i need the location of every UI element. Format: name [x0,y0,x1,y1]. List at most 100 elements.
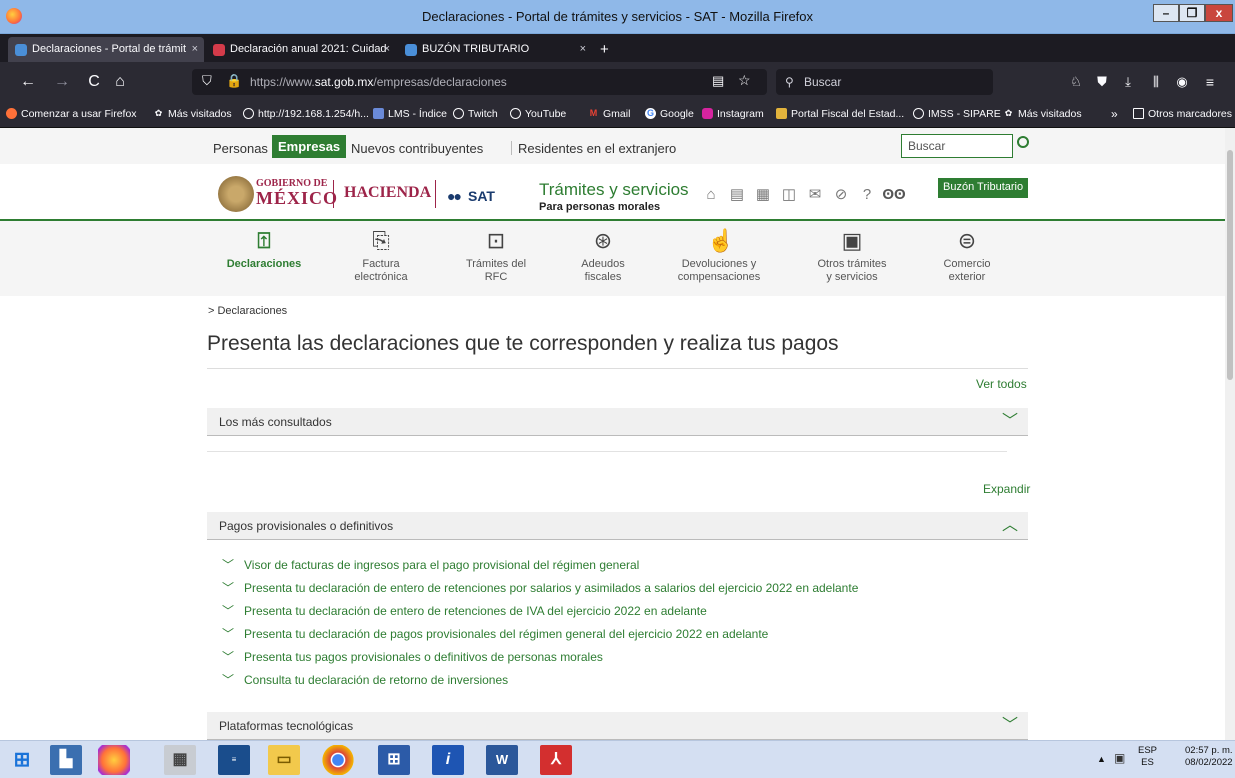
compass-icon[interactable]: ⊘ [832,186,850,204]
nav-nuevos-contribuyentes[interactable]: Nuevos contribuyentes [351,141,483,156]
ver-todos-link[interactable]: Ver todos [976,377,1027,391]
account-icon[interactable]: ◉ [1172,72,1192,92]
reader-view-icon[interactable]: ▤ [712,73,724,89]
lock-icon[interactable]: 🔒 [226,73,242,89]
portal-fiscal-icon [776,108,787,119]
tab-close-icon[interactable]: × [192,37,198,62]
menu-icon[interactable]: ≡ [1200,72,1220,92]
category-factura[interactable]: ⎘ Factura electrónica [326,227,436,284]
tab-declaracion-anual[interactable]: Declaración anual 2021: Cuidad × [206,37,396,62]
accessibility-icon[interactable]: ʘʘ [882,186,906,204]
accordion-pagos-provisionales[interactable]: Pagos provisionales o definitivos ︿ [207,512,1028,540]
tab-buzon-tributario[interactable]: BUZÓN TRIBUTARIO × [398,37,592,62]
category-comercio[interactable]: ⊜ Comercio exterior [912,227,1022,284]
site-header: GOBIERNO DE MÉXICO HACIENDA ●● SAT Trámi… [0,164,1225,221]
library-icon[interactable]: ⫼ [1146,72,1166,92]
bookmark-item[interactable]: YouTube [510,108,566,120]
tab-close-icon[interactable]: × [580,37,586,62]
downloads-icon[interactable]: ⤓ [1118,72,1138,92]
calculator-icon[interactable]: ▦ [164,745,196,775]
reload-button[interactable]: C [84,72,104,92]
chrome-taskbar-icon[interactable] [322,745,354,775]
word-icon[interactable]: W [486,745,518,775]
nav-personas[interactable]: Personas [213,141,268,156]
document-icon[interactable]: ▤ [728,186,746,204]
bookmark-item[interactable]: M Gmail [588,108,631,120]
google-icon: G [645,108,656,119]
list-item[interactable]: ﹀ Presenta tu declaración de pagos provis… [222,625,768,642]
browser-search-input[interactable]: ⚲ Buscar [776,69,993,95]
home-button[interactable]: ⌂ [110,72,130,92]
accordion-plataformas[interactable]: Plataformas tecnológicas ﹀ [207,712,1028,740]
accordion-mas-consultados[interactable]: Los más consultados ﹀ [207,408,1028,436]
scrollbar-thumb[interactable] [1227,150,1233,380]
sat-logo[interactable]: SAT [468,188,495,204]
bookmark-item[interactable]: ✿ Más visitados [1003,108,1082,120]
bookmark-item[interactable]: Comenzar a usar Firefox [6,108,137,120]
home-icon[interactable]: ⌂ [702,186,720,204]
bookmark-item[interactable]: Portal Fiscal del Estad... [776,108,904,120]
bookmark-item[interactable]: ✿ Más visitados [153,108,232,120]
buzon-tributario-button[interactable]: Buzón Tributario [938,178,1029,198]
list-item[interactable]: ﹀ Presenta tus pagos provisionales o defi… [222,648,603,665]
network-icon[interactable]: ▣ [1114,751,1125,765]
hacienda-logo[interactable]: HACIENDA [344,184,431,202]
window-title-bar: Declaraciones - Portal de trámites y ser… [0,0,1235,34]
bookmarks-overflow-button[interactable]: » [1111,107,1118,121]
new-tab-button[interactable]: + [600,41,609,58]
windows-start-icon[interactable]: ⊞ [6,745,38,775]
bookmark-item[interactable]: Twitch [453,108,498,120]
bookmark-item[interactable]: LMS - Índice [373,108,447,120]
book-icon[interactable]: ◫ [780,186,798,204]
nav-empresas[interactable]: Empresas [272,135,347,158]
list-item[interactable]: ﹀ Presenta tu declaración de entero de re… [222,579,858,596]
forward-button[interactable]: → [52,72,72,92]
divider [435,180,436,208]
breadcrumb[interactable]: > Declaraciones [208,305,287,317]
firefox-taskbar-icon[interactable] [98,745,130,775]
tab-declaraciones[interactable]: Declaraciones - Portal de trámit × [8,37,204,62]
bookmark-item[interactable]: IMSS - SIPARE [913,108,1001,120]
pocket-icon[interactable]: ♘ [1066,72,1086,92]
folder-taskbar-icon[interactable]: ▭ [268,745,300,775]
search-icon[interactable] [1017,136,1029,148]
calendar-icon[interactable]: ▦ [754,186,772,204]
back-button[interactable]: ← [18,72,38,92]
help-icon[interactable]: ? [858,186,876,204]
page-title: Presenta las declaraciones que te corres… [207,332,839,355]
category-devoluciones[interactable]: ☝ Devoluciones y compensaciones [664,227,774,284]
shield-icon[interactable]: ⛉ [202,73,212,89]
clock[interactable]: 02:57 p. m. 08/02/2022 [1185,745,1233,769]
bookmark-item[interactable]: Instagram [702,108,764,120]
pdf-reader-icon[interactable]: ⅄ [540,745,572,775]
list-item[interactable]: ﹀ Presenta tu declaración de entero de re… [222,602,707,619]
category-otros[interactable]: ▣ Otros trámites y servicios [797,227,907,284]
bookmark-item[interactable]: G Google [645,108,694,120]
minimize-button[interactable]: – [1153,4,1179,22]
info-app-icon[interactable]: i [432,745,464,775]
tray-expand-icon[interactable]: ▲ [1097,754,1106,764]
list-item[interactable]: ﹀ Consulta tu declaración de retorno de i… [222,671,508,688]
tab-close-icon[interactable]: × [384,37,390,62]
bookmark-item[interactable]: http://192.168.1.254/h... [243,108,369,120]
close-window-button[interactable]: x [1205,4,1233,22]
app-icon[interactable]: ≡ [218,745,250,775]
list-item[interactable]: ﹀ Visor de facturas de ingresos para el p… [222,556,639,573]
other-bookmarks-folder[interactable]: Otros marcadores [1133,108,1232,120]
bookmark-star-icon[interactable]: ☆ [738,72,751,89]
url-text[interactable]: https://www.sat.gob.mx/empresas/declarac… [250,75,507,89]
maximize-button[interactable]: ❐ [1179,4,1205,22]
category-rfc[interactable]: ⊡ Trámites del RFC [441,227,551,284]
site-search-input[interactable]: Buscar [901,134,1013,158]
category-declaraciones[interactable]: ⍐ Declaraciones [209,227,319,271]
file-manager-icon[interactable]: ▙ [50,745,82,775]
mail-icon[interactable]: ✉ [806,186,824,204]
language-indicator[interactable]: ESP ES [1138,745,1157,769]
nav-residentes[interactable]: Residentes en el extranjero [518,141,676,156]
category-adeudos[interactable]: ⊛ Adeudos fiscales [548,227,658,284]
app-grid-icon[interactable]: ⊞ [378,745,410,775]
expandir-link[interactable]: Expandir [983,482,1030,496]
audience-nav: Personas Empresas Nuevos contribuyentes … [0,128,1225,164]
save-to-pocket-icon[interactable]: ⛊ [1092,72,1112,92]
category-nav: ⍐ Declaraciones ⎘ Factura electrónica ⊡ T… [0,221,1225,296]
